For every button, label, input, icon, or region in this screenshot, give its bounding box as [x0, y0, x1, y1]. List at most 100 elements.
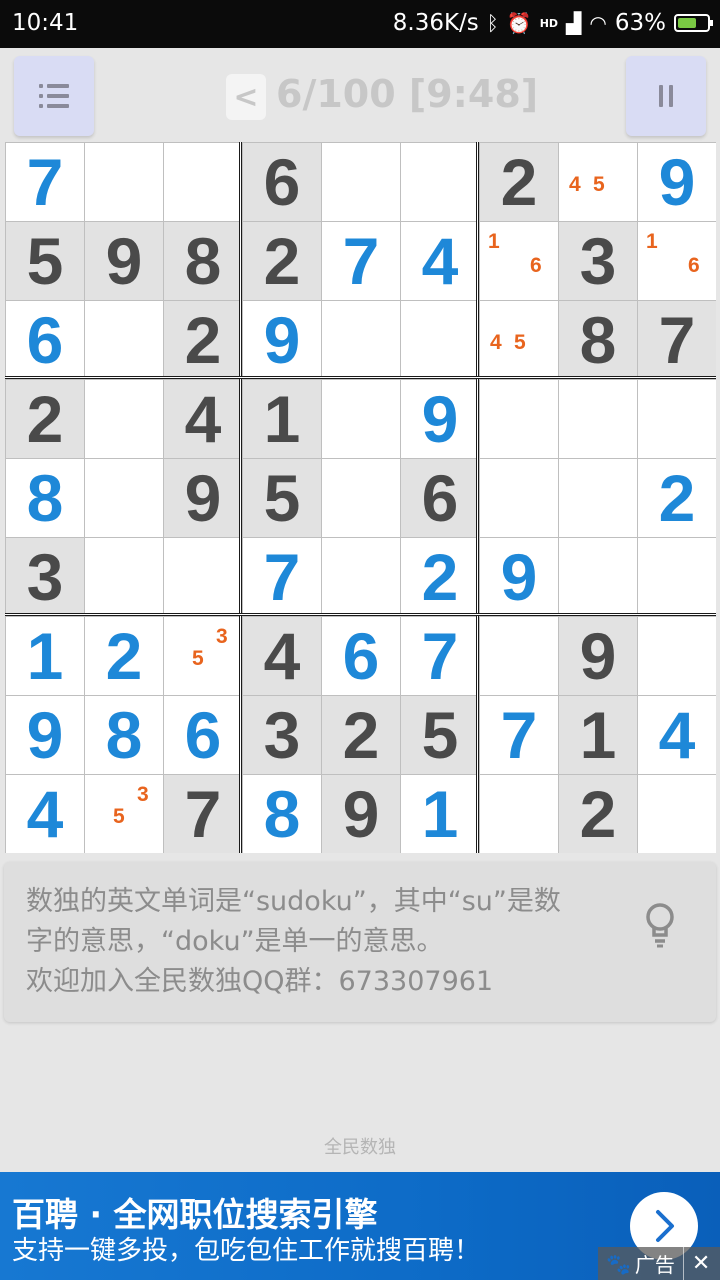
sudoku-cell-r5c4[interactable]: 5 — [243, 459, 321, 537]
sudoku-cell-r5c9[interactable]: 2 — [638, 459, 716, 537]
sudoku-cell-r8c4[interactable]: 3 — [243, 696, 321, 774]
cell-value: 8 — [26, 461, 64, 535]
cell-value: 5 — [263, 461, 301, 535]
sudoku-cell-r2c9[interactable]: 16 — [638, 222, 716, 300]
pencil-note: 1 — [646, 230, 658, 253]
sudoku-cell-r4c8[interactable] — [559, 380, 637, 458]
sudoku-cell-r8c6[interactable]: 5 — [401, 696, 479, 774]
cell-value: 9 — [26, 698, 64, 772]
cell-value: 3 — [26, 540, 64, 614]
sudoku-cell-r7c7[interactable] — [480, 617, 558, 695]
sudoku-cell-r4c6[interactable]: 9 — [401, 380, 479, 458]
pause-button[interactable] — [626, 56, 706, 136]
menu-button[interactable] — [14, 56, 94, 136]
sudoku-cell-r1c1[interactable]: 7 — [6, 143, 84, 221]
sudoku-cell-r5c3[interactable]: 9 — [164, 459, 242, 537]
sudoku-cell-r4c5[interactable] — [322, 380, 400, 458]
sudoku-cell-r7c3[interactable]: 35 — [164, 617, 242, 695]
sudoku-cell-r1c2[interactable] — [85, 143, 163, 221]
cell-value: 7 — [26, 145, 64, 219]
sudoku-cell-r9c3[interactable]: 7 — [164, 775, 242, 853]
sudoku-cell-r1c6[interactable] — [401, 143, 479, 221]
sudoku-cell-r9c8[interactable]: 2 — [559, 775, 637, 853]
sudoku-cell-r3c2[interactable] — [85, 301, 163, 379]
sudoku-cell-r6c9[interactable] — [638, 538, 716, 616]
sudoku-cell-r5c6[interactable]: 6 — [401, 459, 479, 537]
close-ad-icon[interactable]: ✕ — [692, 1251, 710, 1276]
sudoku-cell-r1c7[interactable]: 2 — [480, 143, 558, 221]
sudoku-cell-r8c1[interactable]: 9 — [6, 696, 84, 774]
sudoku-cell-r1c3[interactable] — [164, 143, 242, 221]
sudoku-cell-r6c6[interactable]: 2 — [401, 538, 479, 616]
sudoku-cell-r9c6[interactable]: 1 — [401, 775, 479, 853]
sudoku-cell-r8c3[interactable]: 6 — [164, 696, 242, 774]
sudoku-cell-r2c6[interactable]: 4 — [401, 222, 479, 300]
cell-value: 6 — [263, 145, 301, 219]
cell-value: 6 — [184, 698, 222, 772]
sudoku-cell-r3c1[interactable]: 6 — [6, 301, 84, 379]
sudoku-cell-r7c5[interactable]: 6 — [322, 617, 400, 695]
sudoku-cell-r3c7[interactable]: 45 — [480, 301, 558, 379]
battery-icon — [674, 14, 713, 32]
cell-value: 8 — [184, 224, 222, 298]
sudoku-cell-r4c7[interactable] — [480, 380, 558, 458]
sudoku-cell-r8c2[interactable]: 8 — [85, 696, 163, 774]
lightbulb-hint-icon[interactable] — [644, 902, 676, 948]
sudoku-cell-r4c9[interactable] — [638, 380, 716, 458]
sudoku-cell-r1c8[interactable]: 45 — [559, 143, 637, 221]
sudoku-cell-r5c2[interactable] — [85, 459, 163, 537]
sudoku-cell-r7c4[interactable]: 4 — [243, 617, 321, 695]
sudoku-cell-r9c7[interactable] — [480, 775, 558, 853]
sudoku-cell-r2c7[interactable]: 16 — [480, 222, 558, 300]
sudoku-cell-r7c9[interactable] — [638, 617, 716, 695]
sudoku-cell-r9c2[interactable]: 35 — [85, 775, 163, 853]
sudoku-cell-r2c8[interactable]: 3 — [559, 222, 637, 300]
sudoku-cell-r1c9[interactable]: 9 — [638, 143, 716, 221]
sudoku-cell-r3c5[interactable] — [322, 301, 400, 379]
sudoku-cell-r7c1[interactable]: 1 — [6, 617, 84, 695]
sudoku-cell-r8c8[interactable]: 1 — [559, 696, 637, 774]
sudoku-cell-r9c4[interactable]: 8 — [243, 775, 321, 853]
sudoku-cell-r8c5[interactable]: 2 — [322, 696, 400, 774]
sudoku-cell-r6c7[interactable]: 9 — [480, 538, 558, 616]
sudoku-cell-r9c9[interactable] — [638, 775, 716, 853]
sudoku-cell-r4c3[interactable]: 4 — [164, 380, 242, 458]
sudoku-cell-r6c4[interactable]: 7 — [243, 538, 321, 616]
sudoku-cell-r1c5[interactable] — [322, 143, 400, 221]
ad-subtitle: 支持一键多投，包吃包住工作就搜百聘！ — [12, 1236, 481, 1266]
tip-panel: 数独的英文单词是“sudoku”，其中“su”是数 字的意思，“doku”是单一… — [4, 862, 716, 1022]
sudoku-cell-r5c1[interactable]: 8 — [6, 459, 84, 537]
sudoku-cell-r3c6[interactable] — [401, 301, 479, 379]
sudoku-cell-r2c2[interactable]: 9 — [85, 222, 163, 300]
sudoku-cell-r3c9[interactable]: 7 — [638, 301, 716, 379]
sudoku-cell-r8c7[interactable]: 7 — [480, 696, 558, 774]
sudoku-cell-r6c3[interactable] — [164, 538, 242, 616]
sudoku-cell-r4c1[interactable]: 2 — [6, 380, 84, 458]
sudoku-cell-r4c2[interactable] — [85, 380, 163, 458]
sudoku-cell-r4c4[interactable]: 1 — [243, 380, 321, 458]
sudoku-cell-r2c3[interactable]: 8 — [164, 222, 242, 300]
sudoku-cell-r3c3[interactable]: 2 — [164, 301, 242, 379]
sudoku-cell-r6c8[interactable] — [559, 538, 637, 616]
sudoku-cell-r5c8[interactable] — [559, 459, 637, 537]
sudoku-cell-r6c1[interactable]: 3 — [6, 538, 84, 616]
sudoku-cell-r5c5[interactable] — [322, 459, 400, 537]
sudoku-cell-r1c4[interactable]: 6 — [243, 143, 321, 221]
cell-value: 1 — [26, 619, 64, 693]
sudoku-cell-r3c4[interactable]: 9 — [243, 301, 321, 379]
sudoku-cell-r7c2[interactable]: 2 — [85, 617, 163, 695]
sudoku-cell-r8c9[interactable]: 4 — [638, 696, 716, 774]
sudoku-cell-r6c5[interactable] — [322, 538, 400, 616]
sudoku-cell-r7c8[interactable]: 9 — [559, 617, 637, 695]
sudoku-cell-r2c5[interactable]: 7 — [322, 222, 400, 300]
sudoku-cell-r2c4[interactable]: 2 — [243, 222, 321, 300]
sudoku-cell-r7c6[interactable]: 7 — [401, 617, 479, 695]
sudoku-cell-r9c5[interactable]: 9 — [322, 775, 400, 853]
sudoku-cell-r5c7[interactable] — [480, 459, 558, 537]
sudoku-cell-r9c1[interactable]: 4 — [6, 775, 84, 853]
sudoku-cell-r3c8[interactable]: 8 — [559, 301, 637, 379]
sudoku-board: 7624595982741631662945872419895623729123… — [5, 142, 716, 853]
sudoku-cell-r2c1[interactable]: 5 — [6, 222, 84, 300]
sudoku-cell-r6c2[interactable] — [85, 538, 163, 616]
previous-puzzle-button[interactable]: < — [226, 74, 266, 120]
